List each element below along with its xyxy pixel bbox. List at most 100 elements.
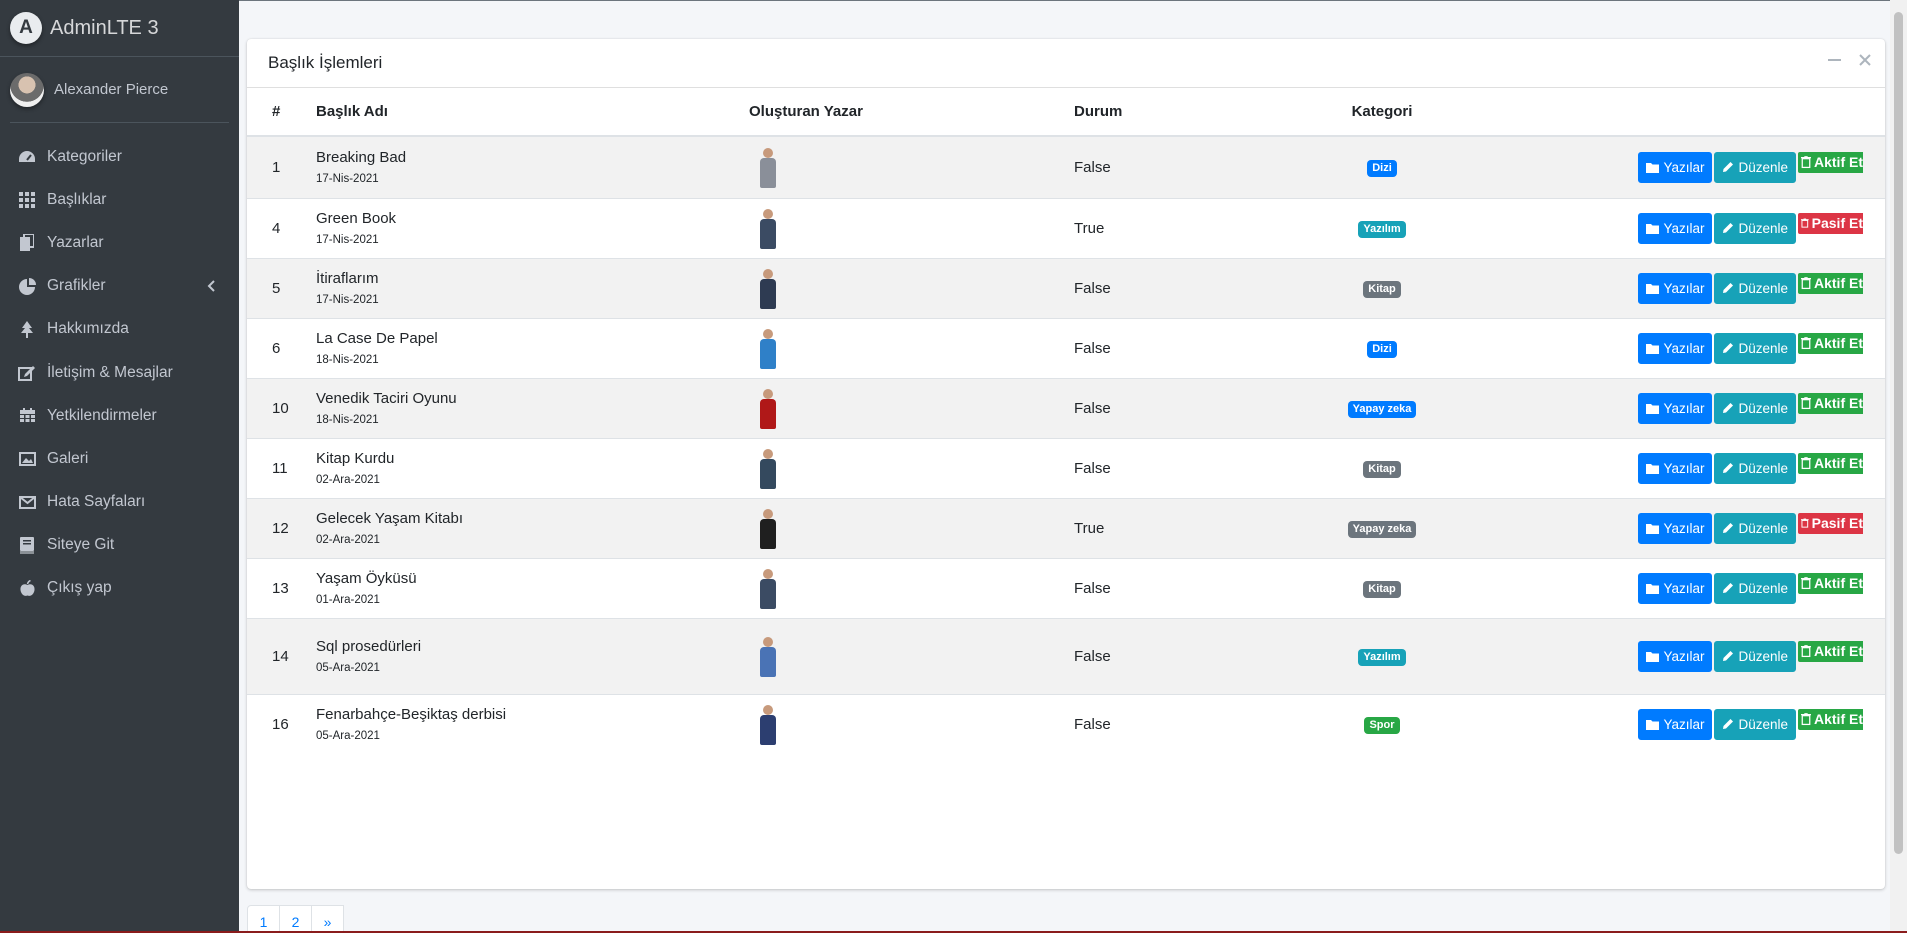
posts-button[interactable]: Yazılar [1638, 332, 1713, 364]
sidebar-item-galeri[interactable]: Galeri [0, 437, 239, 480]
row-title-cell: Breaking Bad 17-Nis-2021 [316, 135, 749, 198]
pencil-icon [1723, 283, 1734, 293]
state-toggle-button[interactable]: Pasif Et [1798, 512, 1863, 534]
row-id: 5 [247, 257, 316, 318]
titles-card: Başlık İşlemleri # Başlık Adı Oluşturan … [247, 39, 1885, 889]
row-category-cell: Dizi [1337, 135, 1427, 198]
state-button-label: Pasif Et [1811, 515, 1863, 531]
sidebar-item-label: Çıkış yap [47, 579, 112, 597]
state-toggle-button[interactable]: Aktif Et [1798, 272, 1863, 294]
row-title: Gelecek Yaşam Kitabı [316, 510, 464, 527]
posts-button[interactable]: Yazılar [1638, 151, 1713, 183]
edit-button[interactable]: Düzenle [1714, 332, 1796, 364]
trash-icon [1801, 713, 1811, 726]
brand-link[interactable]: A AdminLTE 3 [0, 0, 239, 57]
row-id: 6 [247, 317, 316, 378]
row-actions: Yazılar Düzenle Pasif Et [1427, 497, 1885, 558]
titles-table: # Başlık Adı Oluşturan Yazar Durum Kateg… [247, 88, 1885, 754]
edit-button-label: Düzenle [1738, 159, 1788, 175]
row-title: Fenarbahçe-Beşiktaş derbisi [316, 706, 507, 724]
sidebar-item-hata-sayfalari[interactable]: Hata Sayfaları [0, 481, 239, 524]
edit-button[interactable]: Düzenle [1714, 212, 1796, 244]
pencil-icon [1723, 223, 1734, 233]
state-toggle-button[interactable]: Aktif Et [1798, 640, 1863, 662]
edit-button[interactable]: Düzenle [1714, 640, 1796, 672]
row-author-cell [749, 377, 1074, 438]
chevron-left-icon [207, 279, 215, 297]
state-toggle-button[interactable]: Pasif Et [1798, 212, 1863, 234]
close-icon[interactable] [1859, 53, 1871, 71]
sidebar-item-basliklar[interactable]: Başlıklar [0, 178, 239, 221]
edit-button[interactable]: Düzenle [1714, 272, 1796, 304]
image-icon [17, 451, 37, 466]
row-status: False [1074, 377, 1337, 438]
posts-button[interactable]: Yazılar [1638, 452, 1713, 484]
row-author-cell [749, 257, 1074, 318]
scrollbar-thumb[interactable] [1894, 12, 1903, 854]
author-avatar [749, 631, 787, 681]
posts-button[interactable]: Yazılar [1638, 272, 1713, 304]
page-link-1[interactable]: 1 [247, 905, 280, 933]
table-header-row: # Başlık Adı Oluşturan Yazar Durum Kateg… [247, 88, 1885, 137]
sidebar-item-yazarlar[interactable]: Yazarlar [0, 221, 239, 264]
row-date: 02-Ara-2021 [316, 534, 380, 546]
edit-button-label: Düzenle [1738, 716, 1788, 732]
row-title-cell: Venedik Taciri Oyunu 18-Nis-2021 [316, 377, 749, 438]
posts-button[interactable]: Yazılar [1638, 512, 1713, 544]
card-title: Başlık İşlemleri [268, 53, 383, 72]
user-panel[interactable]: Alexander Pierce [10, 57, 229, 123]
sidebar-item-grafikler[interactable]: Grafikler [0, 265, 239, 308]
page-link-2[interactable]: 2 [279, 905, 312, 933]
sidebar-item-iletisim[interactable]: İletişim & Mesajlar [0, 351, 239, 394]
pencil-icon [1723, 463, 1734, 473]
tachometer-icon [17, 149, 37, 165]
row-status: False [1074, 437, 1337, 498]
row-author-cell [749, 617, 1074, 694]
state-button-label: Aktif Et [1814, 575, 1863, 591]
table-row: 1 Breaking Bad 17-Nis-2021 False Dizi Ya… [247, 135, 1885, 198]
state-toggle-button[interactable]: Aktif Et [1798, 708, 1863, 730]
edit-button[interactable]: Düzenle [1714, 572, 1796, 604]
row-status: False [1074, 557, 1337, 618]
row-title: La Case De Papel [316, 330, 438, 347]
edit-button[interactable]: Düzenle [1714, 392, 1796, 424]
state-toggle-button[interactable]: Aktif Et [1798, 151, 1863, 173]
edit-button[interactable]: Düzenle [1714, 708, 1796, 740]
table-row: 10 Venedik Taciri Oyunu 18-Nis-2021 Fals… [247, 377, 1885, 438]
folder-icon [1646, 343, 1660, 354]
sidebar-item-cikis[interactable]: Çıkış yap [0, 567, 239, 610]
row-date: 01-Ara-2021 [316, 594, 380, 606]
row-title: İtiraflarım [316, 270, 379, 287]
edit-button[interactable]: Düzenle [1714, 452, 1796, 484]
page-link-next[interactable]: » [311, 905, 344, 933]
sidebar-item-yetkilendirmeler[interactable]: Yetkilendirmeler [0, 394, 239, 437]
collapse-icon[interactable] [1828, 53, 1841, 71]
row-title-cell: İtiraflarım 17-Nis-2021 [316, 257, 749, 318]
posts-button[interactable]: Yazılar [1638, 212, 1713, 244]
state-toggle-button[interactable]: Aktif Et [1798, 392, 1863, 414]
state-toggle-button[interactable]: Aktif Et [1798, 332, 1863, 354]
state-toggle-button[interactable]: Aktif Et [1798, 452, 1863, 474]
page-scrollbar[interactable] [1890, 0, 1907, 933]
sidebar-item-kategoriler[interactable]: Kategoriler [0, 135, 239, 178]
sidebar-item-siteye-git[interactable]: Siteye Git [0, 524, 239, 567]
state-toggle-button[interactable]: Aktif Et [1798, 572, 1863, 594]
tree-icon [17, 320, 37, 338]
edit-button-label: Düzenle [1738, 460, 1788, 476]
folder-icon [1646, 403, 1660, 414]
user-name[interactable]: Alexander Pierce [54, 81, 168, 98]
author-avatar [749, 503, 787, 553]
author-avatar [749, 263, 787, 313]
trash-icon [1801, 277, 1811, 290]
edit-button[interactable]: Düzenle [1714, 151, 1796, 183]
posts-button[interactable]: Yazılar [1638, 708, 1713, 740]
row-status: False [1074, 135, 1337, 198]
posts-button[interactable]: Yazılar [1638, 392, 1713, 424]
posts-button[interactable]: Yazılar [1638, 572, 1713, 604]
posts-button[interactable]: Yazılar [1638, 640, 1713, 672]
edit-button[interactable]: Düzenle [1714, 512, 1796, 544]
row-status: True [1074, 197, 1337, 258]
row-author-cell [749, 693, 1074, 754]
sidebar-item-hakkimizda[interactable]: Hakkımızda [0, 308, 239, 351]
row-title-cell: Kitap Kurdu 02-Ara-2021 [316, 437, 749, 498]
